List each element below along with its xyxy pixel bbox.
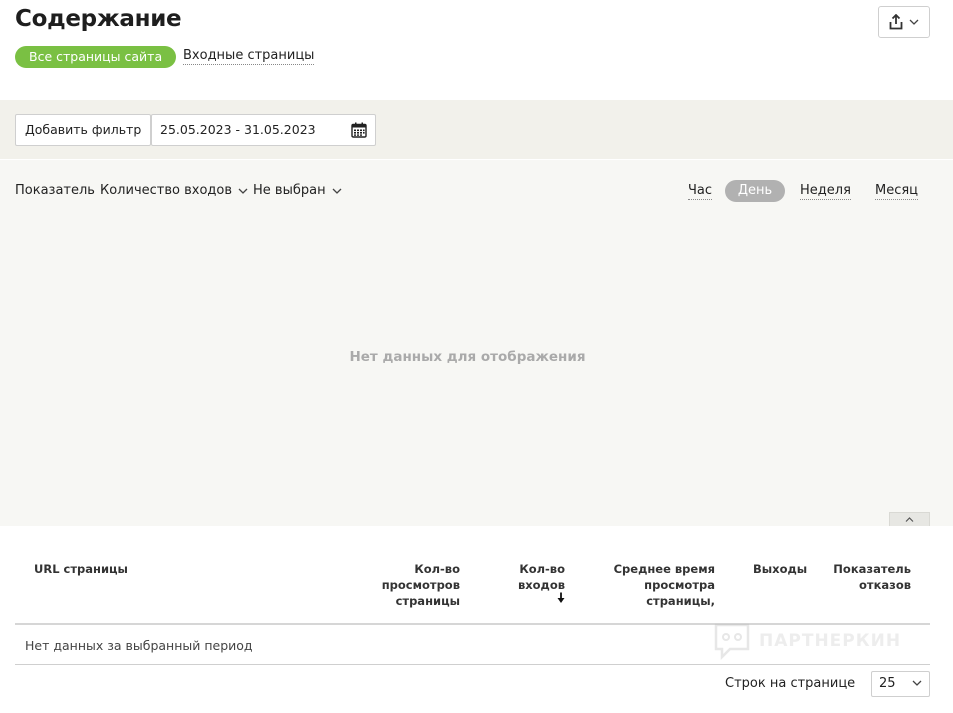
column-header-views[interactable]: Кол-во просмотров страницы: [370, 561, 460, 609]
column-header-bounce[interactable]: Показатель отказов: [830, 561, 911, 593]
metric-label: Показатель: [15, 183, 95, 198]
period-month[interactable]: Месяц: [875, 183, 919, 200]
rows-per-page-value: 25: [879, 676, 896, 691]
period-hour[interactable]: Час: [688, 183, 713, 200]
watermark-text: ПАРТНЕРКИН: [759, 631, 902, 651]
period-week[interactable]: Неделя: [800, 183, 851, 200]
period-day[interactable]: День: [725, 180, 785, 202]
metric-dropdown-label: Количество входов: [100, 183, 232, 198]
chevron-down-icon: [238, 188, 248, 194]
chart-area: [0, 160, 953, 526]
chat-bubble-icon: [714, 623, 750, 660]
watermark: ПАРТНЕРКИН: [713, 622, 901, 660]
add-filter-button[interactable]: Добавить фильтр: [15, 114, 152, 146]
second-metric-dropdown[interactable]: Не выбран: [253, 183, 342, 198]
metric-dropdown[interactable]: Количество входов: [100, 183, 248, 198]
table-empty-message: Нет данных за выбранный период: [25, 638, 253, 653]
date-range-field[interactable]: 25.05.2023 - 31.05.2023: [151, 114, 376, 146]
rows-per-page-select[interactable]: 25: [871, 671, 930, 697]
column-header-exits[interactable]: Выходы: [753, 561, 807, 577]
tab-all-pages[interactable]: Все страницы сайта: [15, 46, 177, 68]
chevron-down-icon: [909, 19, 919, 25]
column-header-url[interactable]: URL страницы: [34, 561, 128, 577]
date-range-value: 25.05.2023 - 31.05.2023: [160, 122, 316, 137]
table-bottom-divider: [15, 664, 930, 665]
page-title: Содержание: [15, 6, 182, 32]
share-icon: [889, 14, 903, 30]
chart-empty-message: Нет данных для отображения: [349, 349, 586, 365]
collapse-chart-button[interactable]: [889, 512, 930, 526]
chevron-down-icon: [332, 188, 342, 194]
chevron-down-icon: [912, 680, 922, 686]
sort-down-icon: [557, 592, 565, 603]
column-header-avg-time[interactable]: Среднее время просмотра страницы,: [595, 561, 715, 609]
rows-per-page-label: Строк на странице: [725, 676, 856, 691]
calendar-icon[interactable]: [351, 122, 367, 138]
export-button[interactable]: [878, 6, 930, 38]
tab-entry-pages[interactable]: Входные страницы: [183, 48, 315, 65]
second-metric-dropdown-label: Не выбран: [253, 183, 326, 198]
column-header-entries[interactable]: Кол-во входов: [505, 561, 565, 593]
chevron-up-icon: [905, 517, 914, 522]
